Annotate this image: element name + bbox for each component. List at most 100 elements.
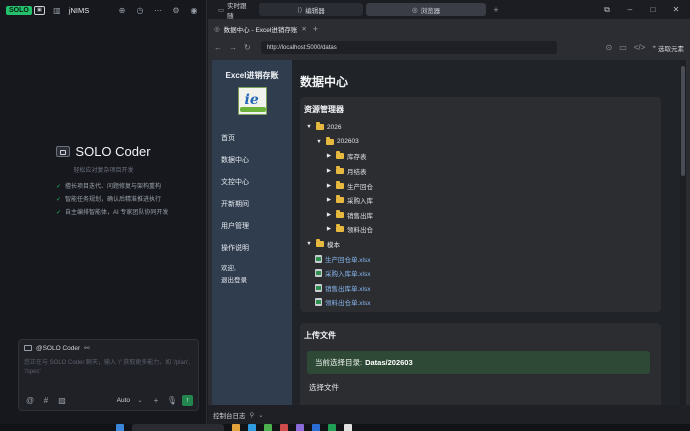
project-name[interactable]: jNIMS xyxy=(69,6,89,15)
triangle-right-icon[interactable]: ▶ xyxy=(325,212,333,218)
tree-file-row[interactable]: 领料出仓单.xlsx xyxy=(305,295,373,310)
browser-tab[interactable]: ◎ 数据中心 - Excel进销存账 ✕ xyxy=(214,24,307,34)
more-icon[interactable]: ⋯ xyxy=(152,4,164,16)
triangle-right-icon[interactable]: ▶ xyxy=(325,153,333,159)
console-log-bar[interactable]: 控制台日志 ⚲ ⌄ xyxy=(208,405,690,424)
tab-live-follow[interactable]: ▭ 实时跟随 xyxy=(212,3,256,20)
sidebar-nav: 首页 数据中心 文控中心 开新期间 用户管理 操作说明 xyxy=(212,127,292,259)
solo-coder-logo-icon xyxy=(56,146,71,157)
file-link[interactable]: 采购入库单.xlsx xyxy=(325,268,371,278)
new-chat-icon[interactable]: ⊕ xyxy=(116,4,128,16)
model-select[interactable]: Auto xyxy=(117,397,130,404)
maximize-icon[interactable]: □ xyxy=(643,5,663,14)
tree-folder-row[interactable]: ▼ 202603 xyxy=(305,135,373,150)
sidebar-item-new-period[interactable]: 开新期间 xyxy=(212,193,292,215)
app-icon[interactable] xyxy=(280,424,288,431)
add-icon[interactable]: + xyxy=(150,394,162,406)
sidebar-item-document-center[interactable]: 文控中心 xyxy=(212,171,292,193)
feature-item: ✓ 智能任务规划，确认后精准推进执行 xyxy=(56,194,161,203)
pick-element-button[interactable]: ⌖ 选取元素 xyxy=(652,43,684,53)
chevron-down-icon[interactable]: ⌄ xyxy=(134,394,146,406)
history-icon[interactable]: ◷ xyxy=(134,4,146,16)
tree-file-row[interactable]: 采购入库单.xlsx xyxy=(305,266,373,281)
sidebar-item-instructions[interactable]: 操作说明 xyxy=(212,237,292,259)
devices-icon[interactable]: ▭ xyxy=(619,43,627,52)
chat-input[interactable]: 您正在与 SOLO Coder 聊天，输入 '/' 获取更多能力，如 '/pla… xyxy=(19,356,198,386)
scroll-thumb[interactable] xyxy=(681,66,685,176)
folder-icon xyxy=(336,224,344,233)
new-tab-icon[interactable]: + xyxy=(313,24,318,34)
settings-icon[interactable]: ⚙ xyxy=(170,4,182,16)
logout-link[interactable]: 退出登录 xyxy=(221,275,292,287)
tree-folder-row[interactable]: ▼ 模本 xyxy=(305,237,373,252)
tree-folder-row[interactable]: ▶ 销售出库 xyxy=(305,208,373,223)
tree-folder-row[interactable]: ▶ 月结表 xyxy=(305,164,373,179)
app-icon[interactable] xyxy=(328,424,336,431)
close-icon[interactable]: ✕ xyxy=(666,5,686,14)
external-window-icon[interactable]: ⧉ xyxy=(597,5,617,15)
tree-folder-row[interactable]: ▶ 库存表 xyxy=(305,149,373,164)
screenshot-icon[interactable]: ⊙ xyxy=(605,43,612,52)
triangle-down-icon[interactable]: ▼ xyxy=(315,139,323,145)
app-icon[interactable] xyxy=(264,424,272,431)
account-icon[interactable]: ◉ xyxy=(188,4,200,16)
sidebar-item-data-center[interactable]: 数据中心 xyxy=(212,149,292,171)
back-icon[interactable]: ← xyxy=(214,43,222,52)
page-scrollbar[interactable] xyxy=(680,60,686,405)
folder-label: 领料出仓 xyxy=(347,227,373,235)
solo-badge[interactable]: SOLO ▣ xyxy=(6,5,45,15)
send-button[interactable]: ↑ xyxy=(182,394,193,406)
triangle-down-icon[interactable]: ▼ xyxy=(305,241,313,247)
app-icon[interactable] xyxy=(296,424,304,431)
app-icon[interactable] xyxy=(232,424,240,431)
file-link[interactable]: 生产回仓单.xlsx xyxy=(325,254,371,264)
folder-label: 模本 xyxy=(327,242,340,250)
windows-start-icon[interactable] xyxy=(116,424,124,431)
sidebar-item-home[interactable]: 首页 xyxy=(212,127,292,149)
microphone-icon[interactable]: 🎙︎ xyxy=(166,394,178,406)
triangle-right-icon[interactable]: ▶ xyxy=(325,226,333,232)
feature-item: ✓ 擅长项目迭代、问题修复与架构重构 xyxy=(56,181,161,190)
reload-icon[interactable]: ↻ xyxy=(244,43,251,52)
minimize-icon[interactable]: – xyxy=(620,5,640,14)
taskbar-search[interactable] xyxy=(132,424,224,431)
at-mention-icon[interactable]: @ xyxy=(24,394,36,406)
agent-settings-icon[interactable]: ⚯ xyxy=(84,344,89,352)
tab-editor[interactable]: ⟨⟩ 编辑器 xyxy=(259,3,363,16)
triangle-right-icon[interactable]: ▶ xyxy=(325,168,333,174)
triangle-down-icon[interactable]: ▼ xyxy=(305,124,313,130)
browser-frame: ◎ 数据中心 - Excel进销存账 ✕ + ← → ↻ http://loca… xyxy=(208,19,690,405)
tab-label: 浏览器 xyxy=(420,7,441,15)
app-icon[interactable] xyxy=(312,424,320,431)
sidebar-item-user-management[interactable]: 用户管理 xyxy=(212,215,292,237)
triangle-right-icon[interactable]: ▶ xyxy=(325,197,333,203)
tree-folder-row[interactable]: ▼ 2026 xyxy=(305,120,373,135)
tab-browser[interactable]: ◎ 浏览器 xyxy=(366,3,486,16)
app-icon[interactable] xyxy=(344,424,352,431)
tree-folder-row[interactable]: ▶ 领料出仓 xyxy=(305,222,373,237)
upload-card: 上传文件 当前选择目录: Datas/202603 选择文件 xyxy=(300,323,661,405)
triangle-right-icon[interactable]: ▶ xyxy=(325,183,333,189)
close-tab-icon[interactable]: ✕ xyxy=(301,25,306,33)
file-link[interactable]: 销售出库单.xlsx xyxy=(325,283,371,293)
url-input[interactable]: http://localhost:5000/datas xyxy=(260,41,557,54)
tree-file-row[interactable]: 销售出库单.xlsx xyxy=(305,281,373,296)
tree-folder-row[interactable]: ▶ 采购入库 xyxy=(305,193,373,208)
chevron-down-icon[interactable]: ⌄ xyxy=(258,411,263,419)
tree-folder-row[interactable]: ▶ 生产回仓 xyxy=(305,178,373,193)
app-title: Excel进销存账 xyxy=(225,71,279,80)
tree-file-row[interactable]: 生产回仓单.xlsx xyxy=(305,251,373,266)
forward-icon[interactable]: → xyxy=(229,43,237,52)
add-tab-icon[interactable]: + xyxy=(489,5,503,15)
resource-manager-card: 资源管理器 ▼ 2026 ▼ 202603 ▶ 库存表 ▶ 月结表 ▶ 生产回仓 ▶ 采购入库 ▶ 销售出… xyxy=(300,97,661,312)
app-icon[interactable] xyxy=(248,424,256,431)
code-icon: ⟨⟩ xyxy=(297,6,303,14)
image-icon[interactable]: ▨ xyxy=(56,394,68,406)
composer-agent-chip[interactable]: @SOLO Coder ⚯ xyxy=(19,340,198,356)
sidebar-toggle-icon[interactable]: ▥ xyxy=(51,4,63,16)
file-tree: ▼ 2026 ▼ 202603 ▶ 库存表 ▶ 月结表 ▶ 生产回仓 ▶ 采购入库 ▶ 销售出库 ▶ 领料出仓… xyxy=(305,120,373,310)
hash-icon[interactable]: # xyxy=(40,394,52,406)
folder-icon xyxy=(336,195,344,204)
file-link[interactable]: 领料出仓单.xlsx xyxy=(325,297,371,307)
devtools-icon[interactable]: </> xyxy=(634,43,646,52)
